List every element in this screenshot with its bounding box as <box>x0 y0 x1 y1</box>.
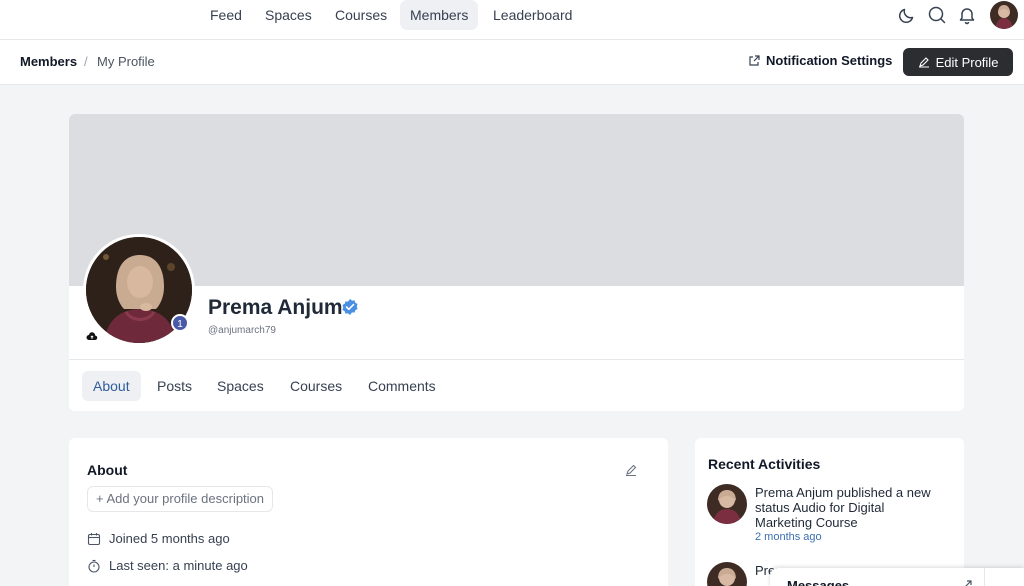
activity-time: 2 months ago <box>755 531 822 543</box>
breadcrumb-separator: / <box>84 54 88 69</box>
profile-handle: @anjumarch79 <box>208 325 276 336</box>
sub-header: Members / My Profile Notification Settin… <box>0 40 1024 85</box>
user-avatar-menu[interactable] <box>990 1 1018 29</box>
moon-icon[interactable] <box>897 5 917 25</box>
last-seen-row: Last seen: a minute ago <box>87 558 248 573</box>
add-profile-description-button[interactable]: + Add your profile description <box>87 486 274 512</box>
stopwatch-icon <box>88 559 100 573</box>
edit-profile-label: Edit Profile <box>935 54 999 70</box>
profile-name: Prema Anjum <box>208 296 343 319</box>
notification-settings-button[interactable]: Notification Settings <box>748 53 892 68</box>
joined-row: Joined 5 months ago <box>87 531 230 546</box>
profile-card: 1 Prema Anjum @anjumarch79 About Posts S… <box>69 114 964 411</box>
joined-text: Joined 5 months ago <box>109 531 230 546</box>
activity-actor[interactable]: Prema Anjum <box>755 485 833 500</box>
tabs-divider <box>69 359 964 360</box>
messages-divider <box>984 568 985 586</box>
activity-text: Prema Anjum published a new status Audio… <box>755 485 940 530</box>
recent-activities-title: Recent Activities <box>708 456 821 472</box>
level-badge: 1 <box>171 314 189 332</box>
nav-item-courses[interactable]: Courses <box>325 0 397 30</box>
activity-avatar[interactable] <box>707 562 747 586</box>
nav-item-spaces[interactable]: Spaces <box>255 0 322 30</box>
about-title: About <box>87 462 128 478</box>
nav-item-leaderboard[interactable]: Leaderboard <box>483 0 582 30</box>
nav-item-members[interactable]: Members <box>400 0 479 30</box>
bell-icon[interactable] <box>957 5 977 25</box>
breadcrumb-current: My Profile <box>97 54 155 69</box>
verified-icon <box>342 299 358 315</box>
external-link-icon <box>749 54 760 66</box>
expand-arrow-icon[interactable] <box>962 578 974 586</box>
tab-spaces[interactable]: Spaces <box>206 371 275 401</box>
recent-activities-card: Recent Activities Prema Anjum published … <box>695 438 964 586</box>
tab-comments[interactable]: Comments <box>357 371 447 401</box>
top-navigation: Feed Spaces Courses Members Leaderboard <box>0 0 1024 40</box>
calendar-icon <box>87 532 101 545</box>
messages-label: Messages <box>787 578 850 586</box>
nav-item-feed[interactable]: Feed <box>200 0 252 30</box>
activity-avatar[interactable] <box>707 484 747 524</box>
breadcrumb-members[interactable]: Members <box>20 54 77 69</box>
cloud-upload-icon[interactable] <box>86 331 98 343</box>
about-card: About + Add your profile description Joi… <box>69 438 668 586</box>
tab-about[interactable]: About <box>82 371 141 401</box>
edit-profile-button[interactable]: Edit Profile <box>903 48 1013 76</box>
messages-popup[interactable]: Messages <box>770 568 1024 586</box>
last-seen-text: Last seen: a minute ago <box>109 558 248 573</box>
notification-settings-label: Notification Settings <box>766 53 893 68</box>
edit-pencil-icon[interactable] <box>624 463 638 477</box>
cover-image[interactable] <box>69 114 964 286</box>
pencil-icon <box>918 57 929 68</box>
tab-posts[interactable]: Posts <box>146 371 203 401</box>
search-icon[interactable] <box>927 5 947 25</box>
tab-courses[interactable]: Courses <box>279 371 353 401</box>
